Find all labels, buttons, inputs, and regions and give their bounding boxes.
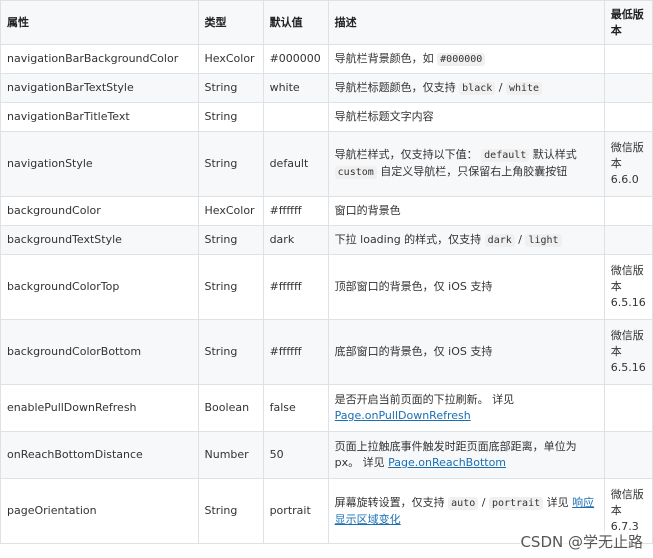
code-value: light	[525, 233, 562, 247]
cell-description: 导航栏样式，仅支持以下值： default 默认样式 custom 自定义导航栏…	[327, 131, 605, 197]
cell-type: String	[197, 254, 264, 320]
code-value: #000000	[437, 52, 486, 66]
cell-min-version	[603, 102, 653, 132]
cell-type: String	[197, 225, 264, 255]
cell-description: 顶部窗口的背景色，仅 iOS 支持	[327, 254, 605, 320]
cell-min-version: 微信版本 6.5.16	[603, 319, 653, 385]
table-row: navigationBarBackgroundColor HexColor #000…	[0, 44, 653, 74]
cell-default: #ffffff	[262, 319, 329, 385]
description-text: 底部窗口的背景色，仅 iOS 支持	[334, 345, 493, 358]
description-text: 下拉 loading 的样式，仅支持	[334, 232, 485, 246]
table-body: navigationBarBackgroundColor HexColor #000…	[0, 44, 653, 544]
cell-min-version	[603, 196, 653, 226]
cell-default: #ffffff	[262, 254, 329, 320]
watermark: CSDN @学无止路	[520, 531, 643, 552]
description-text: /	[478, 495, 489, 509]
description-text: 导航栏标题颜色，仅支持	[334, 80, 460, 94]
table-row: backgroundColorTop String #ffffff 顶部窗口的背景色，…	[0, 254, 653, 320]
cell-type: HexColor	[197, 196, 264, 226]
table-row: navigationBarTextStyle String white 导航栏标题颜色…	[0, 73, 653, 103]
cell-property: enablePullDownRefresh	[0, 384, 199, 432]
cell-min-version	[603, 431, 653, 479]
cell-type: HexColor	[197, 44, 264, 74]
header-min-version: 最低版本	[603, 0, 653, 45]
cell-description: 导航栏标题颜色，仅支持 black / white	[327, 73, 605, 103]
description-text: 导航栏背景颜色，如	[334, 51, 438, 65]
cell-type: Number	[197, 431, 264, 479]
cell-description: 是否开启当前页面的下拉刷新。 详见 Page.onPullDownRefresh	[327, 384, 605, 432]
cell-property: onReachBottomDistance	[0, 431, 199, 479]
description-text: 导航栏样式，仅支持以下值：	[334, 148, 482, 161]
config-table: 属性 类型 默认值 描述 最低版本 navigationBarBackgroun…	[0, 0, 653, 544]
cell-description: 导航栏背景颜色，如 #000000	[327, 44, 605, 74]
cell-default: dark	[262, 225, 329, 255]
cell-description: 窗口的背景色	[327, 196, 605, 226]
cell-property: backgroundColorBottom	[0, 319, 199, 385]
table-header-row: 属性 类型 默认值 描述 最低版本	[0, 0, 653, 45]
code-value: black	[459, 81, 496, 95]
cell-min-version: 微信版本 6.5.16	[603, 254, 653, 320]
doc-link[interactable]: Page.onPullDownRefresh	[335, 409, 471, 422]
cell-description: 页面上拉触底事件触发时距页面底部距离，单位为px。 详见 Page.onReac…	[327, 431, 605, 479]
code-value: white	[505, 81, 543, 95]
description-text: /	[514, 232, 526, 246]
header-description: 描述	[327, 0, 605, 45]
cell-property: navigationBarTextStyle	[0, 73, 199, 103]
description-text: /	[495, 80, 506, 94]
cell-property: navigationStyle	[0, 131, 199, 197]
description-text: 顶部窗口的背景色，仅 iOS 支持	[334, 280, 493, 293]
cell-property: backgroundColor	[0, 196, 199, 226]
cell-property: backgroundColorTop	[0, 254, 199, 320]
code-value: custom	[334, 166, 377, 179]
cell-min-version	[603, 225, 653, 255]
cell-default: #ffffff	[262, 196, 329, 226]
description-text: 导航栏标题文字内容	[334, 110, 434, 123]
table-row: navigationStyle String default 导航栏样式，仅支持以下值…	[0, 131, 653, 197]
cell-default: 50	[262, 431, 329, 479]
cell-type: String	[197, 478, 264, 544]
code-value: portrait	[488, 496, 544, 510]
cell-property: backgroundTextStyle	[0, 225, 199, 255]
table-row: backgroundColor HexColor #ffffff 窗口的背景色	[0, 196, 653, 226]
cell-default: default	[262, 131, 329, 197]
doc-link[interactable]: Page.onReachBottom	[388, 456, 506, 469]
description-text: 窗口的背景色	[334, 204, 401, 217]
cell-default: portrait	[262, 478, 329, 544]
table-row: enablePullDownRefresh Boolean false 是否开启当前页…	[0, 384, 653, 432]
cell-default: false	[262, 384, 329, 432]
description-text: 详见	[543, 495, 573, 509]
cell-default	[262, 102, 329, 132]
description-text: 屏幕旋转设置，仅支持	[334, 495, 449, 509]
header-default: 默认值	[262, 0, 329, 45]
cell-description: 导航栏标题文字内容	[327, 102, 605, 132]
cell-min-version: 微信版本 6.6.0	[603, 131, 653, 197]
cell-type: Boolean	[197, 384, 264, 432]
header-property: 属性	[0, 0, 199, 45]
description-text: 是否开启当前页面的下拉刷新。 详见	[334, 393, 515, 406]
header-type: 类型	[197, 0, 264, 45]
description-text: 默认样式	[529, 148, 577, 161]
description-text: 自定义导航栏，只保留右上角胶囊按钮	[376, 165, 568, 178]
cell-type: String	[197, 102, 264, 132]
cell-default: white	[262, 73, 329, 103]
cell-min-version	[603, 73, 653, 103]
cell-description: 下拉 loading 的样式，仅支持 dark / light	[327, 225, 605, 255]
code-value: default	[481, 149, 530, 162]
cell-min-version	[603, 384, 653, 432]
cell-type: String	[197, 73, 264, 103]
table-row: backgroundColorBottom String #ffffff 底部窗口的背…	[0, 319, 653, 385]
cell-min-version	[603, 44, 653, 74]
code-value: auto	[448, 496, 479, 510]
cell-property: navigationBarBackgroundColor	[0, 44, 199, 74]
table-row: backgroundTextStyle String dark 下拉 loading …	[0, 225, 653, 255]
cell-description: 底部窗口的背景色，仅 iOS 支持	[327, 319, 605, 385]
cell-property: navigationBarTitleText	[0, 102, 199, 132]
cell-type: String	[197, 131, 264, 197]
cell-property: pageOrientation	[0, 478, 199, 544]
table-row: onReachBottomDistance Number 50 页面上拉触底事件触发时…	[0, 431, 653, 479]
table-row: navigationBarTitleText String 导航栏标题文字内容	[0, 102, 653, 132]
cell-default: #000000	[262, 44, 329, 74]
cell-type: String	[197, 319, 264, 385]
code-value: dark	[484, 233, 515, 247]
